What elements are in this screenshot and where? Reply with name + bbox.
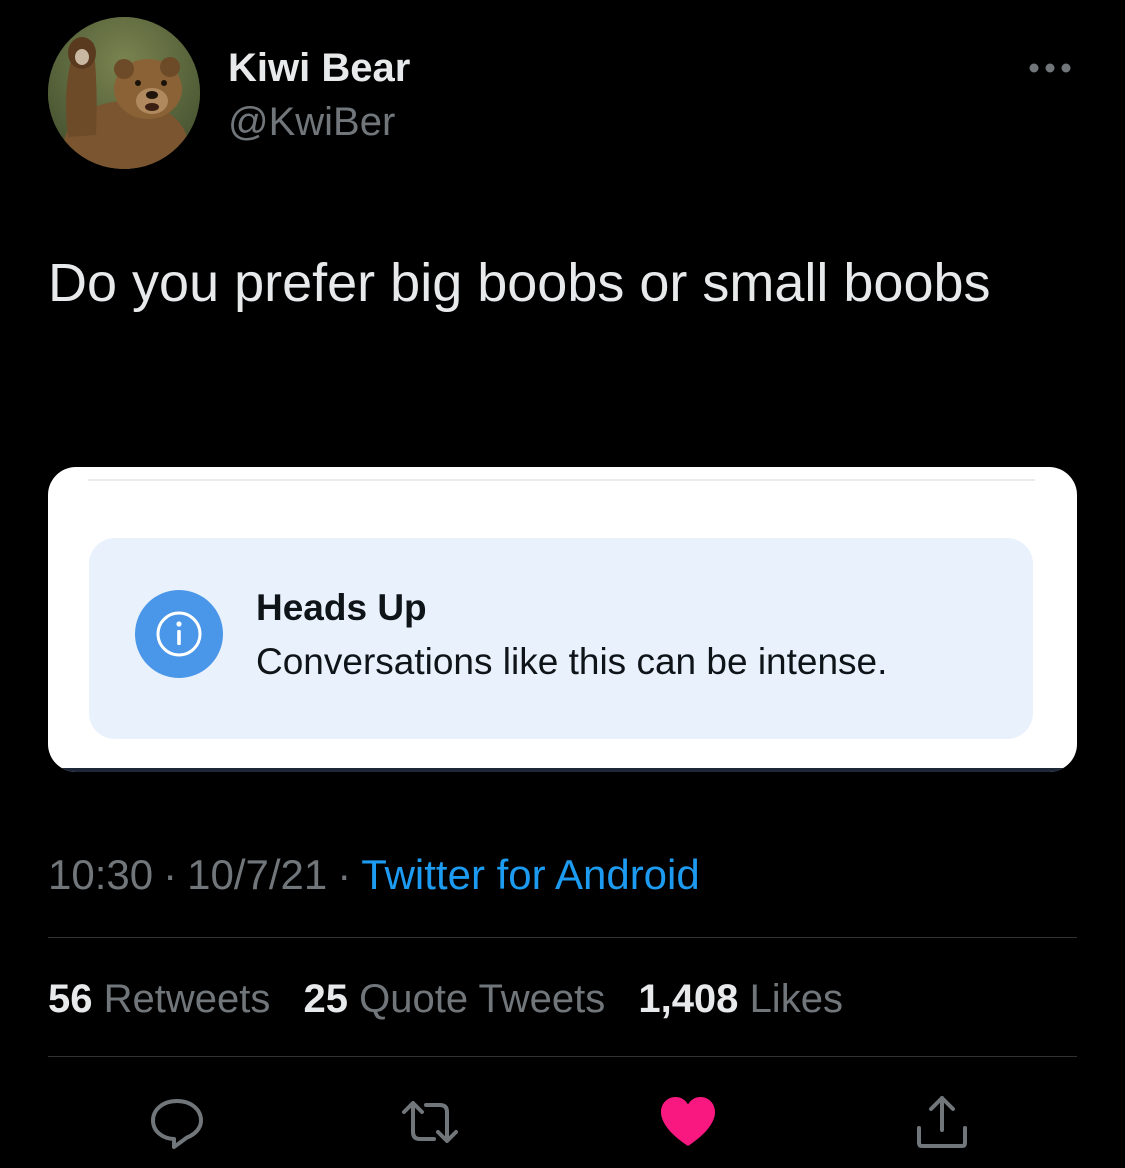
quote-tweets-label: Quote Tweets — [359, 977, 606, 1021]
notice-body: Conversations like this can be intense. — [256, 641, 888, 682]
likes-stat[interactable]: 1,408 Likes — [638, 977, 843, 1021]
reply-button[interactable] — [145, 1090, 209, 1154]
heads-up-notice: Heads Up Conversations like this can be … — [89, 538, 1033, 739]
likes-label: Likes — [749, 977, 843, 1021]
tweet-source-link[interactable]: Twitter for Android — [361, 851, 699, 898]
likes-count: 1,408 — [638, 977, 739, 1021]
tweet-meta: 10:30 · 10/7/21 · Twitter for Android — [48, 850, 700, 900]
tweet-date[interactable]: 10/7/21 — [187, 851, 327, 898]
divider — [48, 1056, 1077, 1057]
tweet-time[interactable]: 10:30 — [48, 851, 153, 898]
heads-up-card: Heads Up Conversations like this can be … — [48, 467, 1077, 772]
retweet-icon — [402, 1101, 458, 1143]
quote-tweets-stat[interactable]: 25 Quote Tweets — [304, 977, 606, 1021]
more-options-button[interactable] — [1020, 50, 1080, 86]
card-divider — [88, 479, 1035, 481]
ellipsis-icon — [1029, 63, 1071, 73]
display-name[interactable]: Kiwi Bear — [228, 44, 410, 92]
share-icon — [917, 1096, 967, 1148]
quote-tweets-count: 25 — [303, 977, 349, 1021]
meta-separator: · — [337, 851, 352, 898]
retweets-label: Retweets — [103, 977, 271, 1021]
avatar[interactable] — [48, 17, 200, 169]
user-handle[interactable]: @KwiBer — [228, 98, 395, 146]
info-icon — [135, 590, 223, 678]
meta-separator: · — [163, 851, 178, 898]
bear-avatar-icon — [48, 17, 200, 169]
heart-icon — [660, 1097, 716, 1146]
like-button[interactable] — [656, 1090, 720, 1154]
notice-title: Heads Up — [256, 587, 427, 628]
reply-icon — [151, 1099, 203, 1149]
retweets-count: 56 — [48, 977, 93, 1021]
share-button[interactable] — [910, 1090, 974, 1154]
tweet-text: Do you prefer big boobs or small boobs — [48, 253, 991, 313]
engagement-stats: 56 Retweets 25 Quote Tweets 1,408 Likes — [48, 975, 865, 1023]
card-bottom-edge — [48, 768, 1077, 772]
retweet-button[interactable] — [398, 1090, 462, 1154]
divider — [48, 937, 1077, 938]
retweets-stat[interactable]: 56 Retweets — [48, 977, 270, 1021]
